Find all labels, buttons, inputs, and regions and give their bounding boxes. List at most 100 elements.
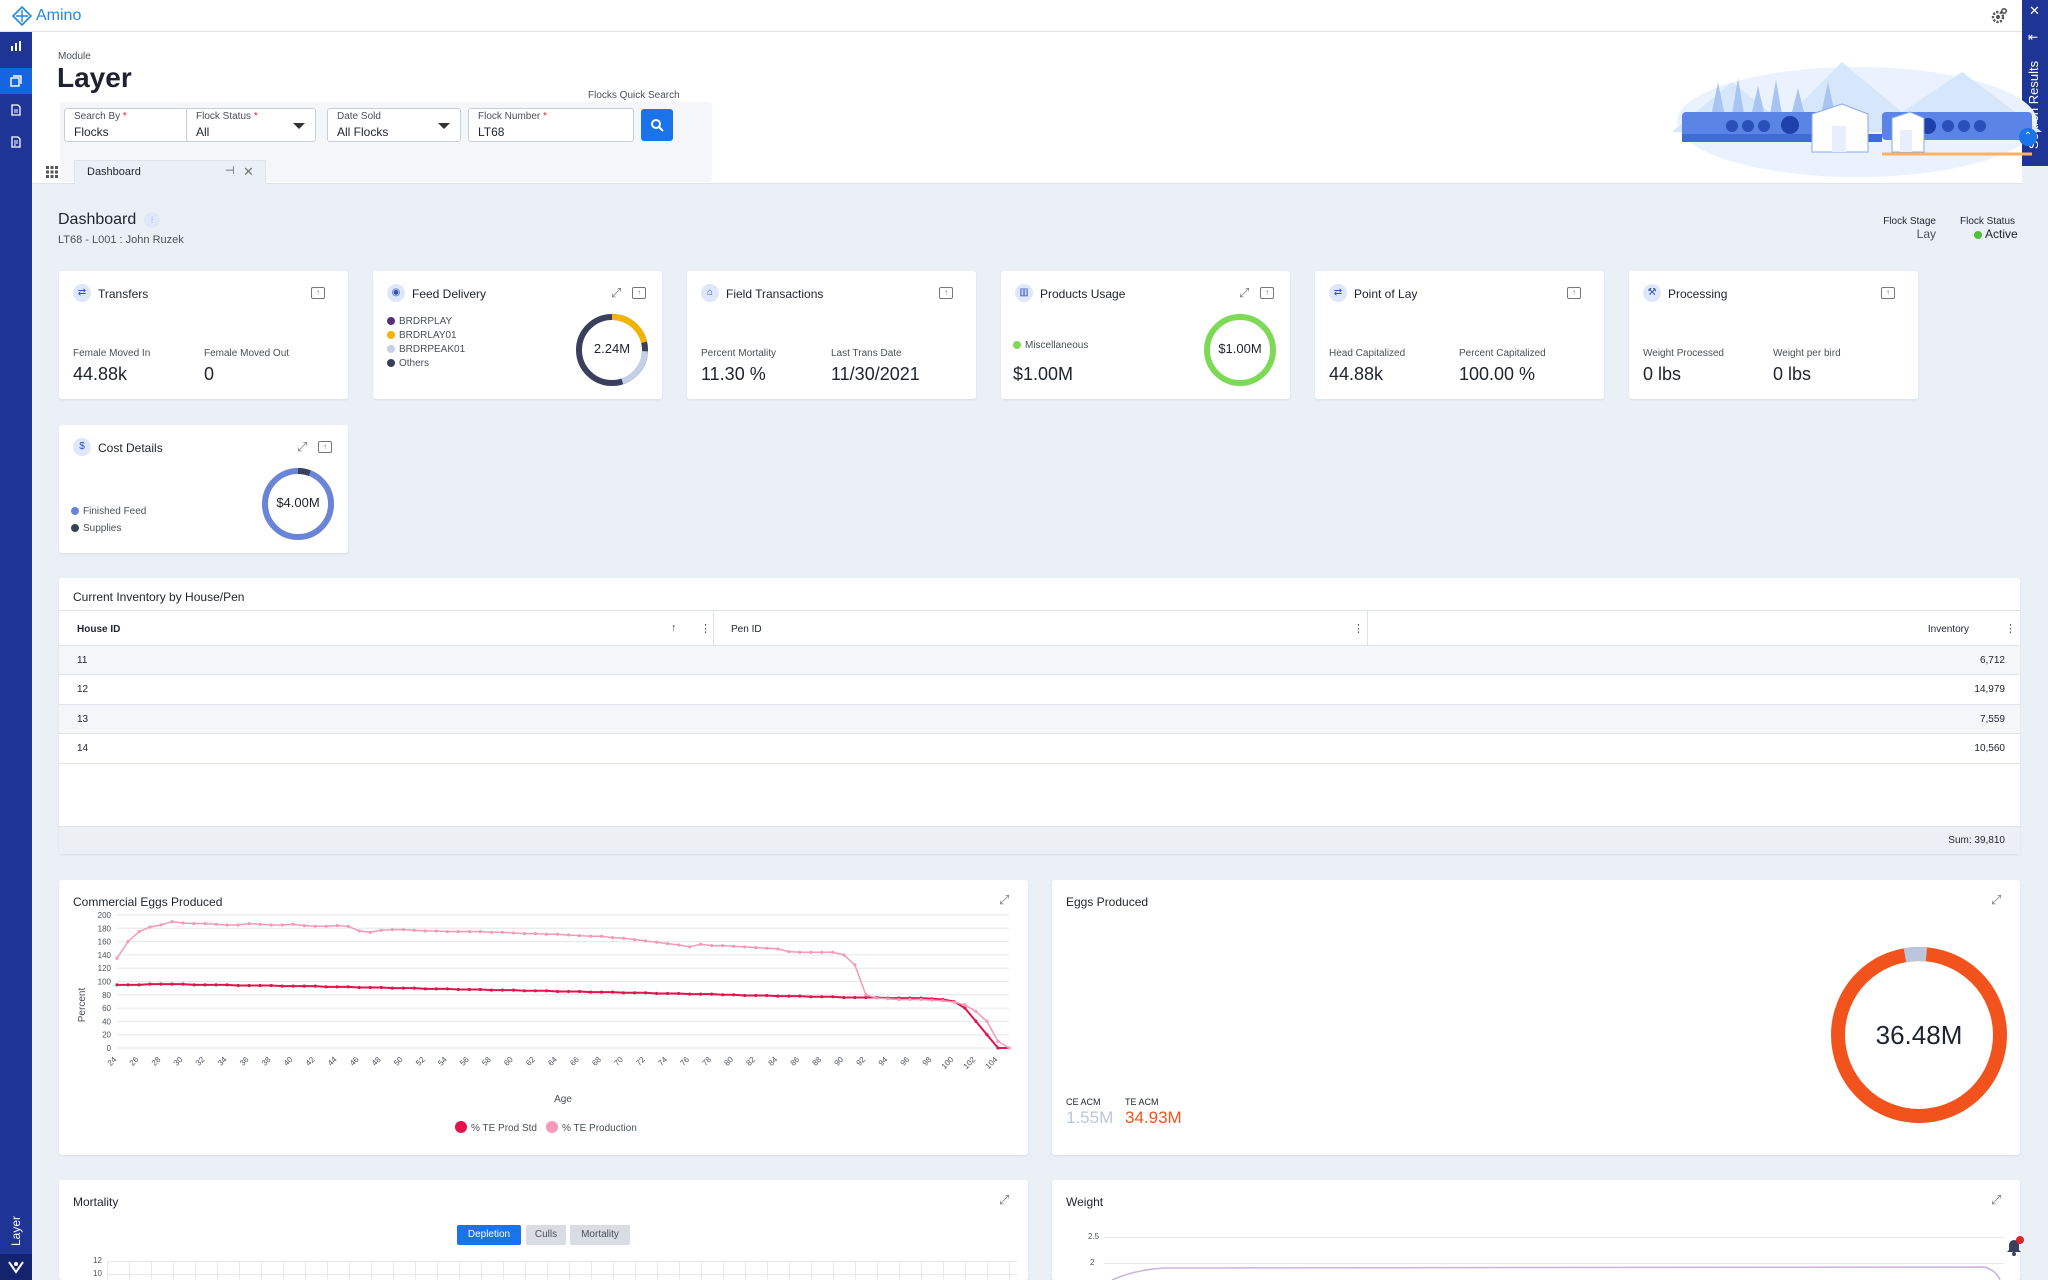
y-tick-label: 20	[102, 1031, 111, 1040]
ce-acm-label: CE ACM	[1066, 1097, 1101, 1107]
data-point	[269, 923, 273, 927]
mortality-title: Mortality	[73, 1195, 119, 1209]
inventory-cell: 14,979	[1974, 684, 2005, 695]
expand-icon[interactable]: ⤢	[1239, 286, 1249, 300]
column-header-inventory[interactable]: Inventory	[1859, 624, 1969, 635]
data-point	[577, 934, 582, 938]
x-tick-label: 62	[524, 1055, 537, 1068]
share-icon[interactable]: ↑	[1567, 287, 1581, 299]
cost-legend: Finished Feed Supplies	[71, 505, 146, 539]
y-tick-label: 160	[98, 938, 112, 947]
table-row[interactable]: 13 7,559	[59, 705, 2020, 734]
table-row[interactable]: 14 10,560	[59, 734, 2020, 764]
data-point	[379, 985, 383, 990]
x-tick-label: 48	[370, 1055, 383, 1068]
data-point	[522, 989, 527, 993]
settings-gear-icon[interactable]	[1990, 7, 2008, 25]
depletion-button[interactable]: Depletion	[457, 1225, 521, 1245]
document-icon[interactable]	[6, 102, 26, 122]
x-tick-label: 70	[612, 1055, 625, 1068]
column-header-pen-id[interactable]: Pen ID	[731, 624, 762, 635]
mortality-card: Mortality ⤢ Depletion Culls Mortality 12…	[59, 1180, 1028, 1280]
data-point	[500, 988, 505, 992]
report-icon[interactable]	[6, 134, 26, 154]
module-title: Layer	[57, 62, 132, 93]
column-menu-icon[interactable]: ⋮	[700, 622, 711, 635]
data-point	[137, 983, 141, 987]
column-header-house-id[interactable]: House ID	[77, 624, 120, 635]
share-icon[interactable]: ↑	[1260, 287, 1274, 299]
data-point	[214, 983, 218, 987]
sort-ascending-icon[interactable]: ↑	[671, 622, 677, 634]
transfers-icon: ⇄	[73, 284, 91, 302]
data-point	[192, 983, 196, 987]
data-point	[710, 992, 714, 996]
search-button[interactable]	[641, 109, 673, 141]
mortality-button[interactable]: Mortality	[570, 1225, 630, 1245]
expand-icon[interactable]: ⤢	[999, 893, 1009, 907]
column-menu-icon[interactable]: ⋮	[1353, 622, 1364, 635]
data-point	[974, 1019, 978, 1023]
brand-logo-icon[interactable]	[0, 1254, 32, 1280]
data-point	[963, 1003, 967, 1007]
expand-icon[interactable]: ⤢	[611, 286, 621, 300]
data-point	[478, 930, 483, 934]
head-capitalized-label: Head Capitalized	[1329, 348, 1406, 359]
flock-status-label: Flock Status	[196, 111, 252, 122]
data-point	[170, 920, 174, 924]
data-point	[390, 928, 394, 932]
dashboard-settings-icon[interactable]: ⫶	[144, 212, 160, 228]
apps-grid-icon[interactable]	[46, 165, 58, 178]
data-point	[368, 930, 372, 934]
share-icon[interactable]: ↑	[939, 287, 953, 299]
flock-number-input[interactable]: Flock Number * LT68	[468, 108, 634, 142]
module-label: Module	[58, 51, 91, 62]
table-row[interactable]: 11 6,712	[59, 646, 2020, 675]
close-icon[interactable]: ✕	[2029, 4, 2040, 18]
share-icon[interactable]: ↑	[632, 287, 646, 299]
column-menu-icon[interactable]: ⋮	[2005, 622, 2016, 635]
data-point	[335, 924, 339, 928]
pin-icon[interactable]: ⊣	[225, 164, 235, 177]
mortality-ytick: 10	[93, 1269, 102, 1278]
flock-status-select[interactable]: Flock Status * All	[186, 108, 316, 142]
feed-delivery-card: ◉ Feed Delivery ⤢ ↑ BRDRPLAY BRDRLAY01 B…	[373, 271, 662, 399]
data-point	[478, 987, 483, 992]
share-icon[interactable]: ↑	[318, 441, 332, 453]
data-point	[765, 993, 769, 998]
expand-icon[interactable]: ⤢	[999, 1193, 1009, 1207]
data-point	[291, 922, 295, 926]
data-point	[159, 982, 163, 986]
x-tick-label: 32	[194, 1055, 207, 1068]
legend-item: Finished Feed	[71, 505, 146, 522]
analytics-icon[interactable]	[6, 38, 26, 58]
share-icon[interactable]: ↑	[1881, 287, 1895, 299]
table-row[interactable]: 12 14,979	[59, 675, 2020, 705]
culls-button[interactable]: Culls	[526, 1225, 566, 1245]
flock-stage-label: Flock Stage	[1883, 216, 1936, 227]
expand-icon[interactable]: ⤢	[1991, 1193, 2001, 1207]
expand-icon[interactable]: ⤢	[297, 440, 307, 454]
x-tick-label: 76	[678, 1055, 691, 1068]
data-point	[842, 953, 846, 957]
share-icon[interactable]: ↑	[311, 287, 325, 299]
data-point	[743, 993, 747, 998]
amino-logo-icon[interactable]	[11, 5, 33, 27]
date-sold-label: Date Sold	[337, 111, 381, 122]
sidebar-item-active[interactable]	[0, 68, 32, 94]
weight-ytick: 2	[1090, 1258, 1095, 1267]
data-point	[324, 985, 328, 989]
chevron-down-icon	[293, 123, 305, 129]
notification-bell-icon[interactable]	[2003, 1236, 2025, 1258]
data-point	[489, 930, 494, 934]
tab-dashboard[interactable]: Dashboard ⊣ ✕	[74, 160, 266, 184]
close-tab-icon[interactable]: ✕	[243, 165, 254, 179]
te-acm-value: 34.93M	[1125, 1108, 1182, 1127]
data-point	[214, 922, 218, 926]
x-tick-label: 50	[392, 1055, 405, 1068]
date-sold-select[interactable]: Date Sold All Flocks	[327, 108, 461, 142]
data-point	[346, 985, 350, 989]
collapse-header-icon[interactable]: ⌃	[2019, 128, 2037, 146]
expand-icon[interactable]: ⤢	[1991, 893, 2001, 907]
cost-details-card: $ Cost Details ⤢ ↑ Finished Feed Supplie…	[59, 425, 348, 553]
